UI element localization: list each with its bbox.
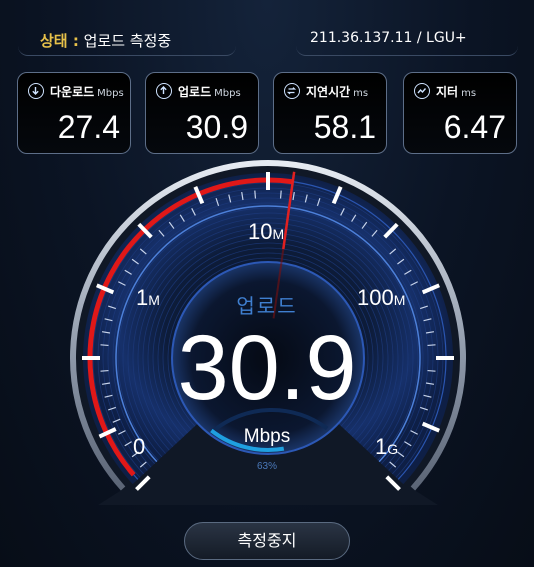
status-label: 상태 :	[40, 32, 79, 50]
progress-percent: 63%	[256, 461, 277, 472]
status-value: 업로드 측정중	[83, 32, 172, 50]
upload-icon	[156, 83, 172, 99]
scale-label-0: 0	[133, 434, 146, 459]
status-text: 상태 : 업로드 측정중	[40, 30, 171, 51]
jitter-unit: ms	[461, 88, 477, 99]
scale-label-100m: 100M	[357, 285, 406, 310]
stop-test-button[interactable]: 측정중지	[184, 522, 350, 560]
scale-label-10m: 10M	[248, 219, 285, 244]
latency-icon	[284, 83, 300, 99]
upload-value: 30.9	[185, 109, 248, 145]
jitter-icon	[414, 83, 430, 99]
upload-card: 업로드 Mbps 30.9	[145, 72, 259, 154]
ip-isp-text: 211.36.137.11 / LGU+	[310, 30, 467, 46]
latency-value: 58.1	[313, 109, 376, 145]
latency-card: 지연시간 ms 58.1	[273, 72, 387, 154]
download-value: 27.4	[57, 109, 120, 145]
latency-title: 지연시간 ms	[306, 85, 369, 99]
connection-bar: 211.36.137.11 / LGU+	[296, 14, 518, 56]
current-speed: 30.9	[177, 317, 357, 419]
speed-unit: Mbps	[243, 426, 291, 447]
scale-label-1m: 1M	[136, 285, 160, 310]
upload-unit: Mbps	[214, 88, 241, 99]
jitter-card: 지터 ms 6.47	[403, 72, 517, 154]
gauge-minor-tick	[279, 190, 282, 199]
latency-unit: ms	[353, 88, 369, 99]
scale-label-1g: 1G	[375, 434, 399, 459]
jitter-title: 지터 ms	[436, 85, 477, 99]
jitter-value: 6.47	[443, 109, 506, 145]
gauge-minor-tick	[254, 190, 257, 199]
download-card: 다운로드 Mbps 27.4	[17, 72, 131, 154]
download-unit: Mbps	[97, 88, 124, 99]
download-icon	[28, 83, 44, 99]
upload-title: 업로드 Mbps	[178, 85, 241, 99]
test-mode-label: 업로드	[236, 296, 298, 318]
download-title: 다운로드 Mbps	[50, 85, 124, 99]
status-bar: 상태 : 업로드 측정중	[18, 14, 236, 56]
